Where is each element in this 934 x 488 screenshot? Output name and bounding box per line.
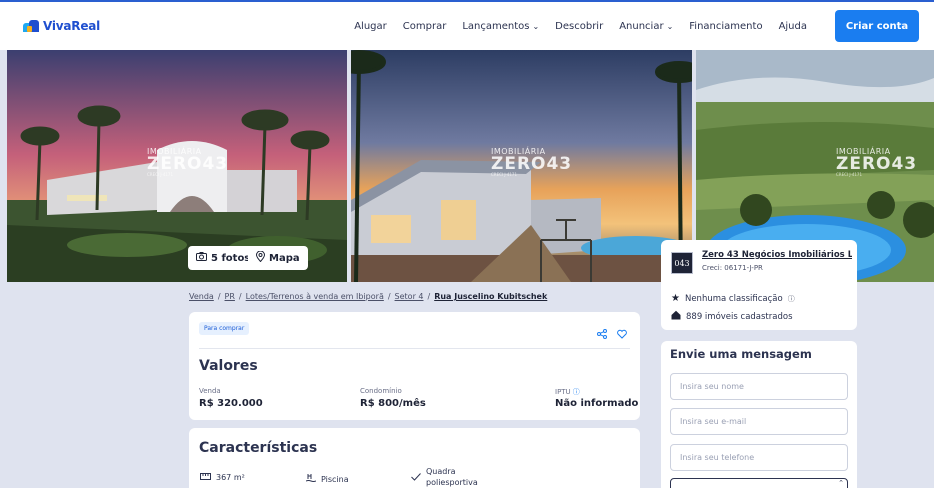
scroll-up-icon[interactable]: ⌃ bbox=[838, 479, 844, 487]
house-icon bbox=[671, 310, 681, 323]
feature-court-label: Quadra poliesportiva bbox=[426, 467, 478, 487]
watermark: IMOBILIÁRIA ZERO43 CRECI J-4171 bbox=[491, 147, 573, 177]
iptu-label: IPTU ⓘ bbox=[555, 387, 580, 397]
divider bbox=[199, 348, 630, 349]
info-icon[interactable]: ⓘ bbox=[573, 387, 580, 397]
phone-input[interactable]: Insira seu telefone bbox=[670, 444, 848, 471]
breadcrumb-item[interactable]: Venda bbox=[189, 292, 214, 301]
breadcrumb-item[interactable]: Lotes/Terrenos à venda em Ibiporã bbox=[246, 292, 384, 301]
chevron-down-icon: ⌄ bbox=[532, 21, 540, 31]
gallery-photo-2[interactable]: IMOBILIÁRIA ZERO43 CRECI J-4171 bbox=[351, 50, 692, 282]
watermark: IMOBILIÁRIA ZERO43 CRECI J-4171 bbox=[147, 147, 229, 177]
star-icon: ★ bbox=[671, 293, 680, 304]
breadcrumb: Venda / PR / Lotes/Terrenos à venda em Ibi… bbox=[189, 292, 548, 301]
agency-name[interactable]: Zero 43 Negócios Imobiliários L... bbox=[702, 250, 852, 260]
condominio-label: Condomínio bbox=[360, 387, 402, 395]
feature-area-label: 367 m² bbox=[216, 473, 245, 482]
venda-label: Venda bbox=[199, 387, 221, 395]
nav-alugar[interactable]: Alugar bbox=[354, 21, 387, 32]
ruler-icon bbox=[200, 473, 211, 482]
header: VivaReal Alugar Comprar Lançamentos ⌄ Des… bbox=[0, 2, 934, 50]
agency-logo[interactable]: 043 bbox=[671, 252, 693, 274]
gallery-photo-1[interactable]: IMOBILIÁRIA ZERO43 CRECI J-4171 5 fotos … bbox=[7, 50, 347, 282]
map-button[interactable]: Mapa bbox=[248, 246, 308, 270]
breadcrumb-current[interactable]: Rua Juscelino Kubitschek bbox=[434, 292, 547, 301]
agency-creci: Creci: 06171-J-PR bbox=[702, 264, 763, 272]
logo-house-icon bbox=[23, 20, 39, 32]
nav-financiamento[interactable]: Financiamento bbox=[689, 21, 762, 32]
photos-button-label: 5 fotos bbox=[211, 252, 251, 264]
pool-icon bbox=[305, 473, 317, 485]
email-input[interactable]: Insira seu e-mail bbox=[670, 408, 848, 435]
feature-area: 367 m² bbox=[200, 473, 245, 482]
features-card: Características 367 m² Piscina Quadra po… bbox=[189, 428, 640, 488]
chevron-down-icon: ⌄ bbox=[666, 21, 674, 31]
info-icon[interactable]: ⓘ bbox=[788, 294, 795, 304]
watermark: IMOBILIÁRIA ZERO43 CRECI J-4171 bbox=[836, 147, 918, 177]
venda-value: R$ 320.000 bbox=[199, 398, 263, 409]
check-icon bbox=[411, 466, 421, 483]
feature-court: Quadra poliesportiva bbox=[411, 466, 482, 488]
contact-title: Envie uma mensagem bbox=[670, 347, 812, 361]
message-textarea[interactable]: ⌃ bbox=[670, 478, 848, 488]
map-pin-icon bbox=[255, 250, 266, 265]
heart-icon[interactable] bbox=[617, 324, 627, 343]
name-input[interactable]: Insira seu nome bbox=[670, 373, 848, 400]
breadcrumb-item[interactable]: Setor 4 bbox=[395, 292, 424, 301]
values-card: Para comprar Valores Venda R$ 320.000 Co… bbox=[189, 312, 640, 420]
purpose-badge: Para comprar bbox=[199, 322, 250, 335]
agency-properties: 889 imóveis cadastrados bbox=[671, 310, 793, 323]
nav-ajuda[interactable]: Ajuda bbox=[779, 21, 807, 32]
iptu-label-text: IPTU bbox=[555, 388, 571, 396]
agency-rating: ★ Nenhuma classificação ⓘ bbox=[671, 293, 795, 304]
nav-lancamentos[interactable]: Lançamentos ⌄ bbox=[462, 21, 539, 32]
nav-anunciar[interactable]: Anunciar ⌄ bbox=[619, 21, 673, 32]
values-title: Valores bbox=[199, 358, 258, 374]
breadcrumb-item[interactable]: PR bbox=[225, 292, 235, 301]
main-nav: Alugar Comprar Lançamentos ⌄ Descobrir An… bbox=[354, 21, 807, 32]
condominio-value: R$ 800/mês bbox=[360, 398, 426, 409]
agency-rating-text: Nenhuma classificação bbox=[684, 293, 783, 304]
feature-pool-label: Piscina bbox=[321, 474, 349, 484]
features-title: Características bbox=[199, 440, 318, 456]
nav-comprar[interactable]: Comprar bbox=[403, 21, 447, 32]
camera-icon bbox=[196, 252, 207, 264]
feature-pool: Piscina bbox=[305, 473, 349, 485]
criar-conta-button[interactable]: Criar conta bbox=[835, 10, 919, 42]
vivareal-logo[interactable]: VivaReal bbox=[23, 19, 100, 33]
agency-card: 043 Zero 43 Negócios Imobiliários L... C… bbox=[661, 240, 857, 330]
logo-text: VivaReal bbox=[43, 19, 101, 33]
nav-descobrir[interactable]: Descobrir bbox=[555, 21, 603, 32]
agency-properties-text: 889 imóveis cadastrados bbox=[686, 311, 793, 322]
iptu-value: Não informado bbox=[555, 398, 639, 409]
share-icon[interactable] bbox=[597, 324, 607, 343]
map-button-label: Mapa bbox=[269, 252, 300, 264]
